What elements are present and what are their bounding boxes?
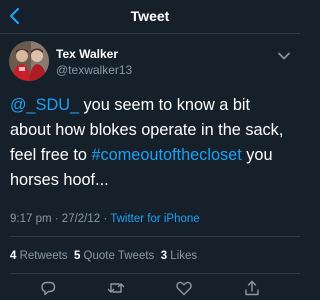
tweet-stats: 4 Retweets 5 Quote Tweets 3 Likes xyxy=(10,249,197,263)
likes-label: Likes xyxy=(170,250,198,262)
retweets-count: 4 xyxy=(10,250,17,262)
retweets-label: Retweets xyxy=(19,250,68,262)
user-handle[interactable]: @texwalker13 xyxy=(56,63,132,77)
like-icon[interactable] xyxy=(175,279,193,297)
likes-count: 3 xyxy=(160,250,168,262)
quote-label: Quote Tweets xyxy=(83,250,155,262)
retweet-icon[interactable] xyxy=(107,279,125,297)
retweets-stat[interactable]: 4 Retweets xyxy=(10,250,68,262)
share-icon[interactable] xyxy=(243,279,261,297)
reply-icon[interactable] xyxy=(39,279,57,297)
meta-separator: · xyxy=(51,213,62,225)
likes-stat[interactable]: 3 Likes xyxy=(161,250,197,262)
tweet-time: 9:17 pm xyxy=(10,213,52,225)
top-bar: Tweet xyxy=(0,0,300,34)
mention-link[interactable]: @_SDU_ xyxy=(10,96,79,114)
quote-tweets-stat[interactable]: 5 Quote Tweets xyxy=(74,250,154,262)
tweet-text: @_SDU_ you seem to know a bit about how … xyxy=(10,93,294,193)
hashtag-link[interactable]: #comeoutofthecloset xyxy=(91,146,241,164)
divider xyxy=(10,273,300,274)
avatar[interactable] xyxy=(9,41,49,81)
chevron-down-icon[interactable] xyxy=(278,52,290,60)
quote-count: 5 xyxy=(73,250,81,262)
avatar-photo xyxy=(9,41,49,81)
source-link[interactable]: Twitter for iPhone xyxy=(110,213,199,225)
tweet-date: 27/2/12 xyxy=(61,213,101,225)
display-name[interactable]: Tex Walker xyxy=(56,47,118,61)
page-title: Tweet xyxy=(130,8,170,24)
divider xyxy=(10,236,300,237)
meta-separator: · xyxy=(100,213,111,225)
tweet-meta: 9:17 pm · 27/2/12 · Twitter for iPhone xyxy=(10,212,200,226)
